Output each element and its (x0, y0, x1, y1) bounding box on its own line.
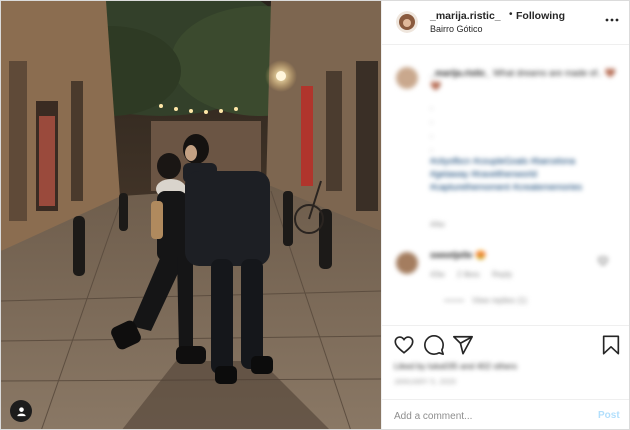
caption-hashtags[interactable]: #cityofbcn #coupleGoals #barcelona #geta… (430, 155, 610, 194)
caption-text: What dreams are made of.. (493, 68, 603, 78)
instagram-post: _marija.ristic_ • Following Bairro Gótic… (0, 0, 630, 430)
comment: sweetjelle 😍 (430, 250, 486, 261)
caption-avatar[interactable] (396, 67, 418, 89)
comments-list: _marija.ristic_ What dreams are made of.… (382, 45, 629, 325)
view-replies-label: View replies (1) (472, 296, 527, 305)
post-comment-button[interactable]: Post (598, 410, 620, 421)
tagged-user-icon[interactable] (10, 400, 32, 422)
comment-avatar[interactable] (396, 252, 418, 274)
replies-divider (444, 300, 464, 302)
add-comment-input[interactable] (394, 408, 584, 424)
caption: _marija.ristic_ What dreams are made of.… (430, 67, 620, 93)
post-details-panel: _marija.ristic_ • Following Bairro Gótic… (381, 1, 629, 429)
header-separator: • (509, 9, 513, 20)
caption-dot: . (430, 129, 433, 139)
caption-username[interactable]: _marija.ristic_ (430, 68, 491, 78)
comment-timestamp[interactable]: 43w (430, 270, 445, 279)
post-date: JANUARY 5, 2020 (394, 379, 457, 386)
following-button[interactable]: Following (516, 10, 565, 22)
comment-meta: 43w 2 likes Reply (430, 270, 522, 279)
comment-emoji: 😍 (475, 250, 487, 260)
avatar[interactable] (396, 11, 418, 33)
bookmark-icon[interactable] (600, 334, 622, 356)
more-options-icon[interactable] (604, 13, 620, 27)
comment-username[interactable]: sweetjelle (430, 250, 473, 260)
caption-dot: . (430, 115, 433, 125)
heart-icon[interactable] (393, 334, 415, 356)
likes-summary[interactable]: Liked by luka035 and 402 others (394, 361, 517, 371)
post-photo[interactable] (1, 1, 381, 429)
post-header: _marija.ristic_ • Following Bairro Gótic… (382, 1, 629, 45)
caption-timestamp[interactable]: 44w (430, 220, 445, 229)
caption-dot: . (430, 101, 433, 111)
comment-like-heart-icon[interactable] (598, 253, 608, 266)
caption-dot: . (430, 143, 433, 153)
action-bar (382, 325, 629, 365)
comment-reply-button[interactable]: Reply (492, 270, 512, 279)
share-icon[interactable] (452, 334, 474, 356)
add-comment-bar: Post (382, 399, 629, 429)
view-replies-button[interactable]: View replies (1) (444, 296, 527, 305)
comment-icon[interactable] (423, 334, 445, 356)
photo-night-street (1, 1, 381, 429)
comment-likes[interactable]: 2 likes (457, 270, 480, 279)
header-username[interactable]: _marija.ristic_ (430, 10, 501, 22)
location-link[interactable]: Bairro Gótico (430, 24, 483, 34)
